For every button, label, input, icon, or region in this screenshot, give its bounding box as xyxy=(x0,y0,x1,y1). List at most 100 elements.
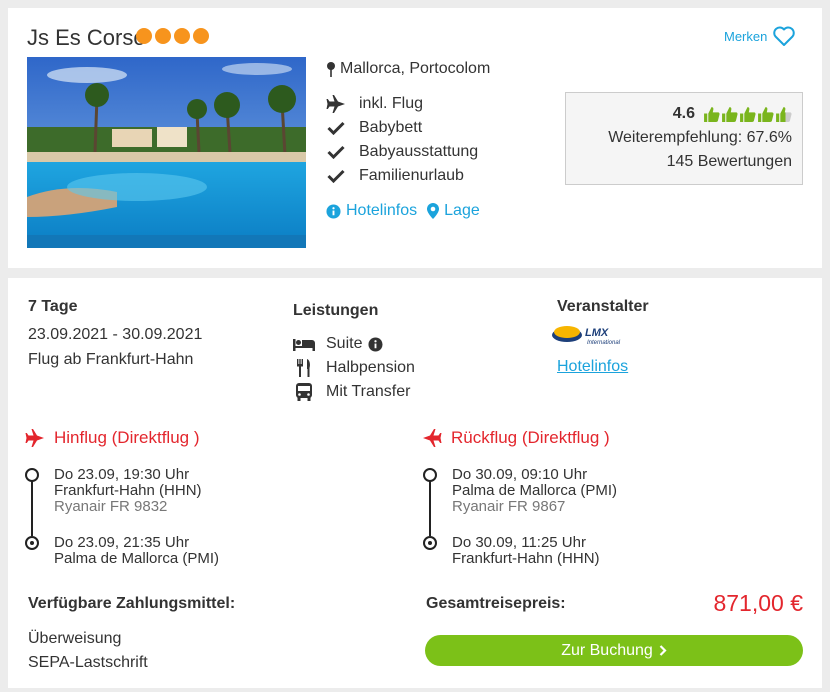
star-icon xyxy=(193,28,209,44)
thumbs-up-icon xyxy=(740,106,756,122)
map-pin-icon xyxy=(327,62,335,77)
feature-label: inkl. Flug xyxy=(359,95,424,112)
map-marker-icon xyxy=(427,203,440,219)
trip-dates: 23.09.2021 - 30.09.2021 xyxy=(28,326,203,343)
payment-methods: Überweisung SEPA-Lastschrift xyxy=(28,627,148,675)
plane-icon xyxy=(326,94,346,114)
check-icon xyxy=(326,166,346,186)
rating-thumbs xyxy=(703,106,792,123)
total-label: Gesamtreisepreis: xyxy=(426,595,566,612)
lage-link[interactable]: Lage xyxy=(427,202,480,220)
departure-airport: Flug ab Frankfurt-Hahn xyxy=(28,351,194,368)
arrival-dot xyxy=(423,536,437,550)
veranstalter-hotelinfos-link[interactable]: Hotelinfos xyxy=(557,358,628,376)
offer-card: 7 Tage 23.09.2021 - 30.09.2021 Flug ab F… xyxy=(8,278,822,688)
hinflug-arr-airport: Palma de Mallorca (PMI) xyxy=(54,550,220,567)
arrival-dot xyxy=(25,536,39,550)
rueckflug-dep-airport: Palma de Mallorca (PMI) xyxy=(452,482,618,499)
hotel-name[interactable]: Js Es Corso xyxy=(27,25,146,51)
leistung-item: Halbpension xyxy=(293,356,415,380)
leistung-item: Suite xyxy=(293,332,415,356)
rueckflug-title: Rückflug (Direktflug ) xyxy=(451,428,610,447)
thumbs-up-icon xyxy=(704,106,720,122)
hinflug-dep-time: Do 23.09, 19:30 Uhr xyxy=(54,466,190,483)
payment-method: SEPA-Lastschrift xyxy=(28,654,148,671)
bed-icon xyxy=(293,334,315,354)
leistung-item: Mit Transfer xyxy=(293,380,415,404)
trip-duration: 7 Tage xyxy=(28,298,78,315)
hotelinfos-label: Hotelinfos xyxy=(346,202,418,219)
logo-text: LMX xyxy=(585,327,609,339)
rueckflug-header: Rückflug (Direktflug ) xyxy=(421,428,610,448)
review-count[interactable]: 145 Bewertungen xyxy=(667,153,792,171)
merken-button[interactable]: Merken xyxy=(724,25,796,47)
leistung-label: Suite xyxy=(326,335,363,352)
thumbs-up-icon xyxy=(722,106,738,122)
hotel-links: Hotelinfos Lage xyxy=(326,202,480,220)
rating-summary: 4.6 xyxy=(673,105,792,123)
departure-dot xyxy=(25,468,39,482)
leistung-label: Halbpension xyxy=(326,359,415,376)
feature-item: inkl. Flug xyxy=(326,92,478,116)
rating-box: 4.6 Weiterempfehlung: 67.6% 145 Bewertun… xyxy=(565,92,803,185)
plane-icon xyxy=(25,429,44,447)
leistung-label: Mit Transfer xyxy=(326,383,411,400)
leistungen-title: Leistungen xyxy=(293,302,379,319)
star-icon xyxy=(136,28,152,44)
hotel-location: Mallorca, Portocolom xyxy=(326,60,490,78)
hinflug-arr-time: Do 23.09, 21:35 Uhr xyxy=(54,534,190,551)
rueckflug-departure: Do 30.09, 09:10 Uhr Palma de Mallorca (P… xyxy=(452,467,617,515)
star-icon xyxy=(155,28,171,44)
feature-label: Familienurlaub xyxy=(359,167,464,184)
logo-subtext: International xyxy=(587,340,621,346)
hinflug-arrival: Do 23.09, 21:35 Uhr Palma de Mallorca (P… xyxy=(54,535,219,567)
lage-label: Lage xyxy=(444,202,480,219)
thumbs-up-icon xyxy=(776,106,792,122)
rueckflug-dep-time: Do 30.09, 09:10 Uhr xyxy=(452,466,588,483)
heart-icon xyxy=(773,26,796,46)
rueckflug-arr-time: Do 30.09, 11:25 Uhr xyxy=(452,534,586,551)
booking-button-label: Zur Buchung xyxy=(561,641,653,659)
hotel-stars xyxy=(136,28,209,44)
feature-item: Familienurlaub xyxy=(326,164,478,188)
feature-list: inkl. Flug Babybett Babyausstattung Fami… xyxy=(326,92,478,188)
rating-score: 4.6 xyxy=(672,105,695,122)
feature-item: Babyausstattung xyxy=(326,140,478,164)
hinflug-flight-number: Ryanair FR 9832 xyxy=(54,498,168,515)
feature-item: Babybett xyxy=(326,116,478,140)
hotel-image[interactable] xyxy=(27,57,306,248)
hotel-photo xyxy=(27,57,306,248)
info-icon[interactable] xyxy=(368,336,383,352)
info-icon xyxy=(326,203,341,219)
thumbs-up-icon xyxy=(758,106,774,122)
departure-dot xyxy=(423,468,437,482)
rueckflug-flight-number: Ryanair FR 9867 xyxy=(452,498,566,515)
merken-label: Merken xyxy=(724,28,768,44)
bus-icon xyxy=(293,382,315,402)
check-icon xyxy=(326,142,346,162)
veranstalter-title: Veranstalter xyxy=(557,298,649,315)
hinflug-timeline xyxy=(31,474,33,536)
hinflug-title: Hinflug (Direktflug ) xyxy=(54,428,200,447)
payment-title: Verfügbare Zahlungsmittel: xyxy=(28,595,236,612)
total-price: 871,00 € xyxy=(713,590,803,616)
veranstalter-logo: LMX International xyxy=(551,322,631,355)
rueckflug-arr-airport: Frankfurt-Hahn (HHN) xyxy=(452,550,600,567)
chevron-right-icon xyxy=(659,645,667,656)
rueckflug-timeline xyxy=(429,474,431,536)
leistungen-list: Suite Halbpension Mit Transfer xyxy=(293,332,415,404)
plane-icon xyxy=(423,429,442,447)
cutlery-icon xyxy=(293,358,315,378)
location-label: Mallorca, Portocolom xyxy=(340,60,491,77)
feature-label: Babybett xyxy=(359,119,423,136)
hinflug-header: Hinflug (Direktflug ) xyxy=(24,428,200,448)
feature-label: Babyausstattung xyxy=(359,143,479,160)
hinflug-dep-airport: Frankfurt-Hahn (HHN) xyxy=(54,482,202,499)
hinflug-departure: Do 23.09, 19:30 Uhr Frankfurt-Hahn (HHN)… xyxy=(54,467,202,515)
check-icon xyxy=(326,118,346,138)
payment-method: Überweisung xyxy=(28,630,122,647)
hotelinfos-link[interactable]: Hotelinfos xyxy=(326,202,417,220)
hotel-card: Js Es Corso Merken Mallorca, Portocolom … xyxy=(8,8,822,268)
recommendation-rate: Weiterempfehlung: 67.6% xyxy=(608,129,792,146)
booking-button[interactable]: Zur Buchung xyxy=(425,635,803,666)
